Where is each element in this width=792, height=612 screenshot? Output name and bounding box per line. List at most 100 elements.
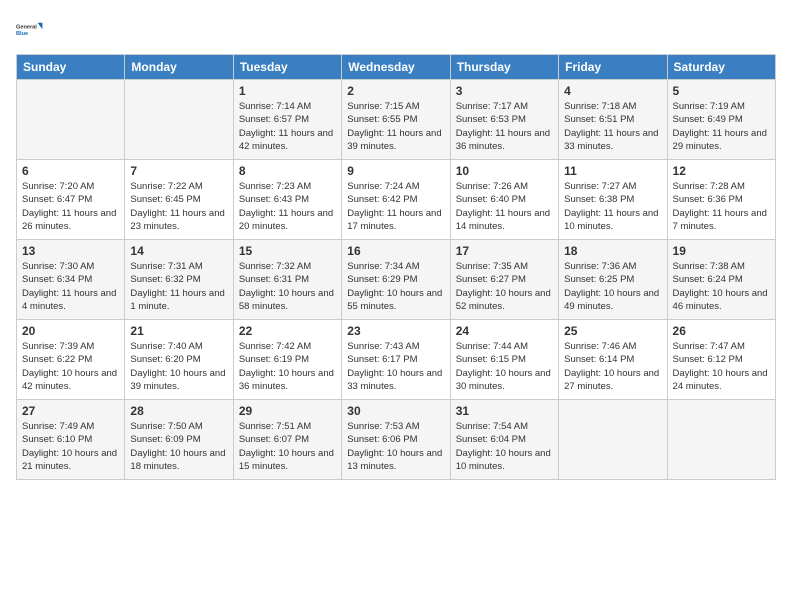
day-detail: Sunrise: 7:26 AM Sunset: 6:40 PM Dayligh… bbox=[456, 180, 553, 233]
day-number: 31 bbox=[456, 404, 553, 418]
day-number: 19 bbox=[673, 244, 770, 258]
day-number: 1 bbox=[239, 84, 336, 98]
day-detail: Sunrise: 7:34 AM Sunset: 6:29 PM Dayligh… bbox=[347, 260, 444, 313]
day-cell: 20 Sunrise: 7:39 AM Sunset: 6:22 PM Dayli… bbox=[17, 320, 125, 400]
day-number: 11 bbox=[564, 164, 661, 178]
day-cell: 22 Sunrise: 7:42 AM Sunset: 6:19 PM Dayli… bbox=[233, 320, 341, 400]
day-detail: Sunrise: 7:49 AM Sunset: 6:10 PM Dayligh… bbox=[22, 420, 119, 473]
day-cell bbox=[125, 80, 233, 160]
day-detail: Sunrise: 7:32 AM Sunset: 6:31 PM Dayligh… bbox=[239, 260, 336, 313]
day-cell: 17 Sunrise: 7:35 AM Sunset: 6:27 PM Dayli… bbox=[450, 240, 558, 320]
day-detail: Sunrise: 7:54 AM Sunset: 6:04 PM Dayligh… bbox=[456, 420, 553, 473]
day-number: 13 bbox=[22, 244, 119, 258]
day-cell: 6 Sunrise: 7:20 AM Sunset: 6:47 PM Daylig… bbox=[17, 160, 125, 240]
calendar-table: SundayMondayTuesdayWednesdayThursdayFrid… bbox=[16, 54, 776, 480]
day-number: 20 bbox=[22, 324, 119, 338]
week-row-5: 27 Sunrise: 7:49 AM Sunset: 6:10 PM Dayli… bbox=[17, 400, 776, 480]
day-cell bbox=[667, 400, 775, 480]
day-cell: 28 Sunrise: 7:50 AM Sunset: 6:09 PM Dayli… bbox=[125, 400, 233, 480]
week-row-2: 6 Sunrise: 7:20 AM Sunset: 6:47 PM Daylig… bbox=[17, 160, 776, 240]
day-cell: 4Sunrise: 7:18 AM Sunset: 6:51 PM Daylig… bbox=[559, 80, 667, 160]
week-row-4: 20 Sunrise: 7:39 AM Sunset: 6:22 PM Dayli… bbox=[17, 320, 776, 400]
day-cell: 19 Sunrise: 7:38 AM Sunset: 6:24 PM Dayli… bbox=[667, 240, 775, 320]
day-detail: Sunrise: 7:19 AM Sunset: 6:49 PM Dayligh… bbox=[673, 100, 770, 153]
day-number: 23 bbox=[347, 324, 444, 338]
day-cell: 12Sunrise: 7:28 AM Sunset: 6:36 PM Dayli… bbox=[667, 160, 775, 240]
day-cell: 1Sunrise: 7:14 AM Sunset: 6:57 PM Daylig… bbox=[233, 80, 341, 160]
day-number: 5 bbox=[673, 84, 770, 98]
day-number: 14 bbox=[130, 244, 227, 258]
day-number: 17 bbox=[456, 244, 553, 258]
day-cell: 3 Sunrise: 7:17 AM Sunset: 6:53 PM Daylig… bbox=[450, 80, 558, 160]
header-row: SundayMondayTuesdayWednesdayThursdayFrid… bbox=[17, 55, 776, 80]
day-cell: 2 Sunrise: 7:15 AM Sunset: 6:55 PM Daylig… bbox=[342, 80, 450, 160]
day-cell: 23 Sunrise: 7:43 AM Sunset: 6:17 PM Dayli… bbox=[342, 320, 450, 400]
logo-icon: GeneralBlue bbox=[16, 16, 44, 44]
day-cell: 7 Sunrise: 7:22 AM Sunset: 6:45 PM Daylig… bbox=[125, 160, 233, 240]
day-detail: Sunrise: 7:17 AM Sunset: 6:53 PM Dayligh… bbox=[456, 100, 553, 153]
day-cell: 25Sunrise: 7:46 AM Sunset: 6:14 PM Dayli… bbox=[559, 320, 667, 400]
day-cell: 26Sunrise: 7:47 AM Sunset: 6:12 PM Dayli… bbox=[667, 320, 775, 400]
weekday-header-sunday: Sunday bbox=[17, 55, 125, 80]
day-cell: 5 Sunrise: 7:19 AM Sunset: 6:49 PM Daylig… bbox=[667, 80, 775, 160]
day-number: 27 bbox=[22, 404, 119, 418]
day-number: 22 bbox=[239, 324, 336, 338]
day-cell: 10 Sunrise: 7:26 AM Sunset: 6:40 PM Dayli… bbox=[450, 160, 558, 240]
day-detail: Sunrise: 7:15 AM Sunset: 6:55 PM Dayligh… bbox=[347, 100, 444, 153]
day-cell: 15 Sunrise: 7:32 AM Sunset: 6:31 PM Dayli… bbox=[233, 240, 341, 320]
weekday-header-friday: Friday bbox=[559, 55, 667, 80]
svg-text:Blue: Blue bbox=[16, 31, 28, 37]
weekday-header-tuesday: Tuesday bbox=[233, 55, 341, 80]
day-detail: Sunrise: 7:35 AM Sunset: 6:27 PM Dayligh… bbox=[456, 260, 553, 313]
day-number: 24 bbox=[456, 324, 553, 338]
day-number: 18 bbox=[564, 244, 661, 258]
day-detail: Sunrise: 7:39 AM Sunset: 6:22 PM Dayligh… bbox=[22, 340, 119, 393]
day-detail: Sunrise: 7:31 AM Sunset: 6:32 PM Dayligh… bbox=[130, 260, 227, 313]
day-number: 30 bbox=[347, 404, 444, 418]
day-number: 16 bbox=[347, 244, 444, 258]
day-number: 3 bbox=[456, 84, 553, 98]
day-cell: 13 Sunrise: 7:30 AM Sunset: 6:34 PM Dayli… bbox=[17, 240, 125, 320]
day-number: 6 bbox=[22, 164, 119, 178]
day-detail: Sunrise: 7:42 AM Sunset: 6:19 PM Dayligh… bbox=[239, 340, 336, 393]
day-cell: 14 Sunrise: 7:31 AM Sunset: 6:32 PM Dayli… bbox=[125, 240, 233, 320]
day-cell: 31 Sunrise: 7:54 AM Sunset: 6:04 PM Dayli… bbox=[450, 400, 558, 480]
day-detail: Sunrise: 7:22 AM Sunset: 6:45 PM Dayligh… bbox=[130, 180, 227, 233]
day-cell: 8 Sunrise: 7:23 AM Sunset: 6:43 PM Daylig… bbox=[233, 160, 341, 240]
week-row-3: 13 Sunrise: 7:30 AM Sunset: 6:34 PM Dayli… bbox=[17, 240, 776, 320]
day-number: 2 bbox=[347, 84, 444, 98]
day-cell bbox=[17, 80, 125, 160]
day-cell: 29 Sunrise: 7:51 AM Sunset: 6:07 PM Dayli… bbox=[233, 400, 341, 480]
day-detail: Sunrise: 7:27 AM Sunset: 6:38 PM Dayligh… bbox=[564, 180, 661, 233]
day-cell: 30 Sunrise: 7:53 AM Sunset: 6:06 PM Dayli… bbox=[342, 400, 450, 480]
day-cell: 27 Sunrise: 7:49 AM Sunset: 6:10 PM Dayli… bbox=[17, 400, 125, 480]
day-number: 25 bbox=[564, 324, 661, 338]
day-number: 15 bbox=[239, 244, 336, 258]
day-number: 28 bbox=[130, 404, 227, 418]
day-number: 29 bbox=[239, 404, 336, 418]
day-detail: Sunrise: 7:51 AM Sunset: 6:07 PM Dayligh… bbox=[239, 420, 336, 473]
day-detail: Sunrise: 7:53 AM Sunset: 6:06 PM Dayligh… bbox=[347, 420, 444, 473]
day-number: 8 bbox=[239, 164, 336, 178]
day-number: 9 bbox=[347, 164, 444, 178]
day-detail: Sunrise: 7:18 AM Sunset: 6:51 PM Dayligh… bbox=[564, 100, 661, 153]
weekday-header-wednesday: Wednesday bbox=[342, 55, 450, 80]
day-number: 7 bbox=[130, 164, 227, 178]
day-detail: Sunrise: 7:38 AM Sunset: 6:24 PM Dayligh… bbox=[673, 260, 770, 313]
day-detail: Sunrise: 7:36 AM Sunset: 6:25 PM Dayligh… bbox=[564, 260, 661, 313]
logo: GeneralBlue bbox=[16, 16, 44, 44]
weekday-header-thursday: Thursday bbox=[450, 55, 558, 80]
day-detail: Sunrise: 7:23 AM Sunset: 6:43 PM Dayligh… bbox=[239, 180, 336, 233]
day-detail: Sunrise: 7:43 AM Sunset: 6:17 PM Dayligh… bbox=[347, 340, 444, 393]
day-number: 21 bbox=[130, 324, 227, 338]
day-number: 10 bbox=[456, 164, 553, 178]
weekday-header-monday: Monday bbox=[125, 55, 233, 80]
day-detail: Sunrise: 7:47 AM Sunset: 6:12 PM Dayligh… bbox=[673, 340, 770, 393]
page-header: GeneralBlue bbox=[16, 16, 776, 44]
day-detail: Sunrise: 7:28 AM Sunset: 6:36 PM Dayligh… bbox=[673, 180, 770, 233]
day-detail: Sunrise: 7:20 AM Sunset: 6:47 PM Dayligh… bbox=[22, 180, 119, 233]
day-detail: Sunrise: 7:50 AM Sunset: 6:09 PM Dayligh… bbox=[130, 420, 227, 473]
day-cell: 11 Sunrise: 7:27 AM Sunset: 6:38 PM Dayli… bbox=[559, 160, 667, 240]
day-cell: 24Sunrise: 7:44 AM Sunset: 6:15 PM Dayli… bbox=[450, 320, 558, 400]
day-detail: Sunrise: 7:30 AM Sunset: 6:34 PM Dayligh… bbox=[22, 260, 119, 313]
